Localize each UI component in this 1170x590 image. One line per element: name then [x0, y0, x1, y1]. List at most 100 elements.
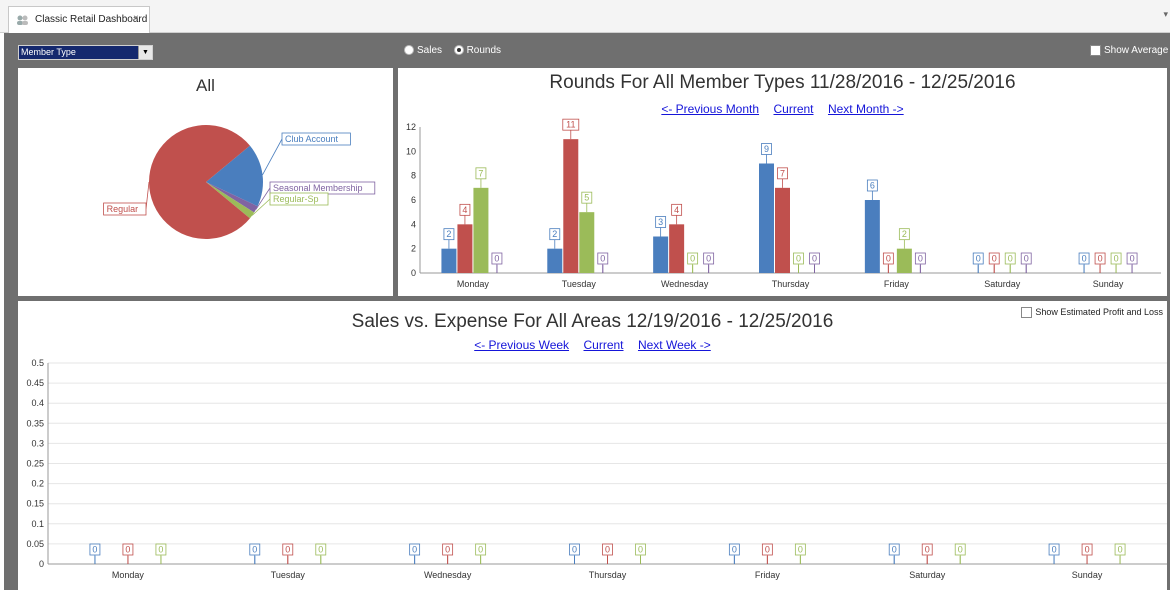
data-label: 0 — [706, 254, 711, 264]
data-label: 0 — [1052, 545, 1057, 555]
tab-label: Classic Retail Dashboard — [35, 14, 148, 25]
y-tick-label: 8 — [411, 171, 416, 181]
data-label: 0 — [1098, 254, 1103, 264]
y-tick-label: 4 — [411, 219, 416, 229]
x-tick-label: Friday — [884, 279, 910, 289]
bar — [759, 163, 774, 273]
data-label: 0 — [732, 545, 737, 555]
rounds-panel: Rounds For All Member Types 11/28/2016 -… — [398, 68, 1167, 296]
bar — [864, 200, 880, 273]
data-label: 0 — [478, 545, 483, 555]
data-label: 3 — [658, 217, 663, 227]
pie-label: Regular-Sp — [273, 194, 319, 204]
pie-leader — [145, 181, 150, 210]
chevron-down-icon[interactable]: ▼ — [138, 46, 152, 59]
show-average-checkbox[interactable] — [1090, 45, 1101, 56]
data-label: 6 — [870, 181, 875, 191]
y-tick-label: 0.15 — [26, 499, 44, 509]
data-label: 0 — [1008, 254, 1013, 264]
data-label: 0 — [925, 545, 930, 555]
bar — [547, 248, 563, 273]
data-label: 0 — [318, 545, 323, 555]
x-tick-label: Saturday — [984, 279, 1021, 289]
data-label: 0 — [798, 545, 803, 555]
bar — [563, 139, 579, 273]
y-tick-label: 0.3 — [31, 438, 44, 448]
sales-panel: Sales vs. Expense For All Areas 12/19/20… — [18, 301, 1167, 590]
data-label: 0 — [918, 254, 923, 264]
tab-classic-retail-dashboard[interactable]: Classic Retail Dashboard × — [8, 6, 150, 33]
sales-radio[interactable] — [404, 45, 414, 56]
y-tick-label: 0.1 — [31, 519, 44, 529]
data-label: 0 — [600, 254, 605, 264]
pie-leader — [262, 138, 283, 176]
bar — [441, 248, 457, 273]
data-label: 0 — [1082, 254, 1087, 264]
y-tick-label: 6 — [411, 195, 416, 205]
data-label: 0 — [252, 545, 257, 555]
tab-bar: Classic Retail Dashboard × ▾ — [0, 0, 1170, 33]
y-tick-label: 12 — [406, 122, 416, 132]
y-tick-label: 0 — [39, 559, 44, 569]
data-label: 0 — [992, 254, 997, 264]
bar — [775, 187, 790, 273]
rounds-radio-label: Rounds — [466, 45, 502, 56]
pie-chart: Club Account Seasonal MembershipRegular-S… — [103, 125, 376, 239]
data-label: 0 — [92, 545, 97, 555]
member-type-select[interactable]: Member Type ▼ — [18, 45, 153, 60]
data-label: 0 — [892, 545, 897, 555]
x-tick-label: Thursday — [589, 570, 627, 580]
pie-label: Club Account — [285, 134, 339, 144]
data-label: 7 — [780, 168, 785, 178]
x-tick-label: Thursday — [772, 279, 810, 289]
rounds-radio[interactable] — [453, 45, 464, 56]
member-type-value: Member Type — [21, 47, 76, 57]
y-tick-label: 0.25 — [26, 459, 44, 469]
y-tick-label: 0.45 — [26, 378, 44, 388]
sales-bar-chart: 0 0.05 0.1 0.15 0.2 0.25 0.3 0.35 0.4 0.45 0.5 Mond… — [26, 358, 1167, 580]
bar — [473, 187, 489, 273]
close-icon[interactable]: × — [133, 13, 139, 24]
y-tick-label: 0.35 — [26, 418, 44, 428]
data-label: 0 — [1024, 254, 1029, 264]
pie-label: Regular — [107, 204, 139, 214]
bar — [896, 248, 912, 273]
data-label: 0 — [605, 545, 610, 555]
sales-radio-label: Sales — [417, 45, 443, 56]
data-label: 0 — [638, 545, 643, 555]
y-tick-label: 2 — [411, 244, 416, 254]
bar — [457, 224, 473, 273]
data-label: 11 — [566, 120, 575, 130]
data-label: 0 — [1085, 545, 1090, 555]
data-label: 2 — [552, 229, 557, 239]
rounds-bar-chart: 0 2 4 6 8 10 12 Monday 2 4 7 0 Tuesday 2 11 5 0 Wednesday… — [406, 118, 1161, 289]
x-tick-label: Wednesday — [661, 279, 709, 289]
data-label: 0 — [412, 545, 417, 555]
data-label: 0 — [1118, 545, 1123, 555]
chevron-down-icon[interactable]: ▾ — [1163, 9, 1168, 20]
data-label: 5 — [584, 193, 589, 203]
x-tick-label: Monday — [457, 279, 490, 289]
data-label: 0 — [886, 254, 891, 264]
y-tick-label: 0.5 — [31, 358, 44, 368]
data-label: 0 — [158, 545, 163, 555]
data-label: 0 — [765, 545, 770, 555]
data-label: 2 — [902, 229, 907, 239]
bar — [579, 212, 595, 273]
data-label: 0 — [690, 254, 695, 264]
pie-panel: All Club Account Seasonal Membership Regul… — [18, 68, 393, 296]
x-tick-label: Sunday — [1093, 279, 1124, 289]
data-label: 4 — [462, 205, 467, 215]
y-tick-label: 0.4 — [31, 398, 44, 408]
users-icon — [16, 14, 30, 29]
x-tick-label: Wednesday — [424, 570, 472, 580]
data-label: 0 — [125, 545, 130, 555]
data-label: 0 — [1114, 254, 1119, 264]
data-label: 0 — [572, 545, 577, 555]
x-tick-label: Sunday — [1072, 570, 1103, 580]
show-average-label: Show Average — [1104, 45, 1169, 57]
bar — [653, 236, 669, 273]
data-label: 2 — [446, 229, 451, 239]
data-label: 0 — [1130, 254, 1135, 264]
x-tick-label: Monday — [112, 570, 145, 580]
